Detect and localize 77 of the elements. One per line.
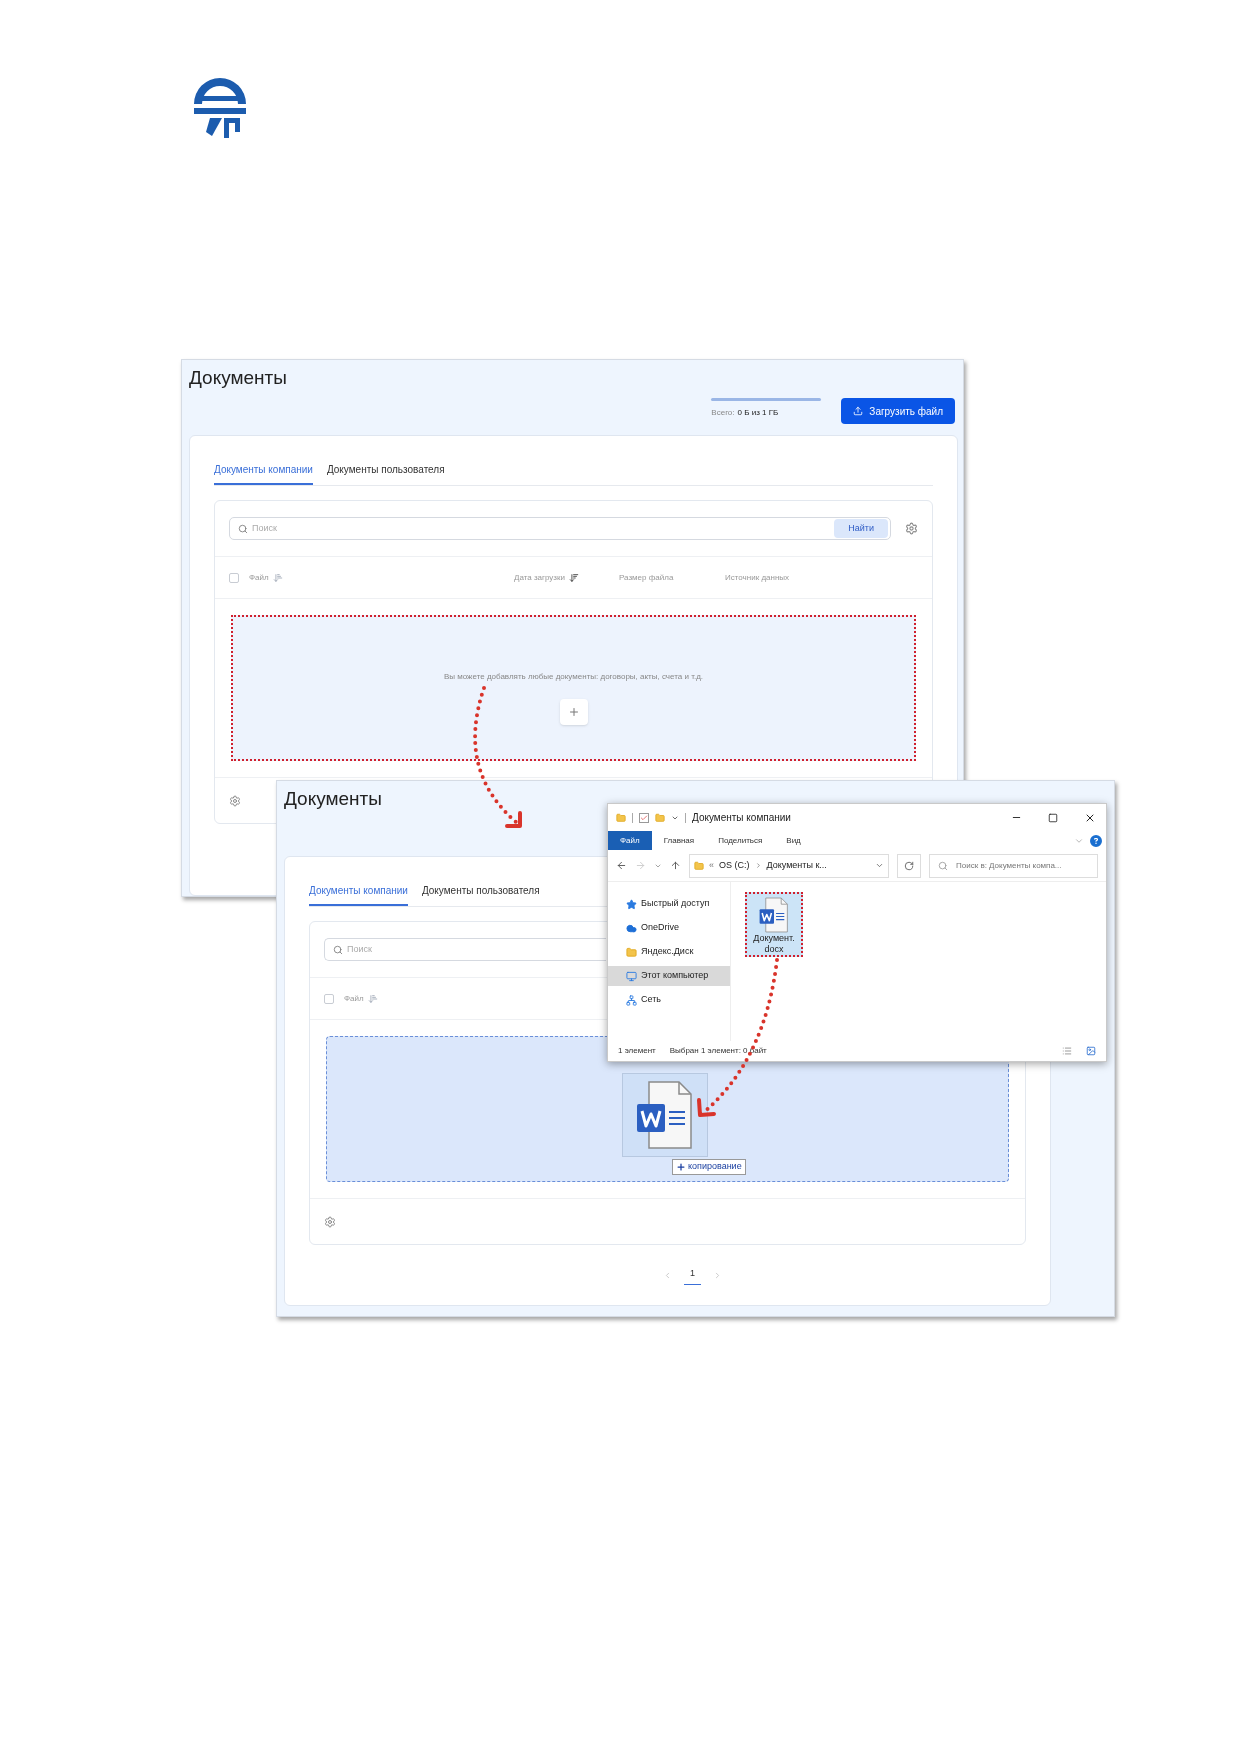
tab[interactable]: Документы компании bbox=[214, 462, 313, 485]
path-segment[interactable]: OS (C:) bbox=[719, 858, 750, 873]
tiles-view-icon[interactable] bbox=[1086, 1046, 1096, 1056]
page-title: Документы bbox=[189, 366, 287, 390]
separator-icon bbox=[754, 862, 762, 869]
file-name: Документ. bbox=[753, 933, 795, 944]
search-placeholder: Поиск в: Документы компа... bbox=[956, 859, 1062, 872]
nav-item[interactable]: Этот компьютер bbox=[608, 966, 730, 986]
nav-item[interactable]: OneDrive bbox=[608, 918, 730, 938]
column-header: Источник данных bbox=[725, 571, 790, 584]
computer-icon bbox=[626, 970, 637, 982]
page-number[interactable]: 1 bbox=[684, 1267, 701, 1285]
file-name: docx bbox=[764, 944, 784, 955]
folder-icon[interactable] bbox=[655, 812, 665, 823]
details-view-icon[interactable] bbox=[1062, 1046, 1072, 1056]
folder-icon[interactable] bbox=[616, 812, 626, 823]
add-button[interactable] bbox=[559, 699, 588, 725]
search-placeholder: Поиск bbox=[347, 942, 372, 956]
tab[interactable]: Документы компании bbox=[309, 883, 408, 906]
dropdown-icon[interactable] bbox=[875, 861, 884, 870]
nav-item[interactable]: Сеть bbox=[608, 990, 730, 1010]
upload-button[interactable]: Загрузить файл bbox=[841, 398, 955, 424]
settings-icon[interactable] bbox=[324, 1215, 336, 1228]
network-icon bbox=[626, 994, 637, 1006]
star-icon bbox=[626, 898, 637, 910]
sort-icon[interactable] bbox=[568, 572, 579, 583]
search-field[interactable]: Поиск Найти bbox=[229, 517, 891, 540]
column-header: Файл bbox=[249, 571, 269, 584]
checkbox[interactable] bbox=[229, 572, 239, 583]
forward-icon[interactable] bbox=[635, 860, 646, 871]
plus-icon bbox=[676, 1162, 686, 1172]
plus-icon bbox=[567, 706, 580, 718]
status-text: 1 элемент bbox=[618, 1045, 656, 1057]
search-icon bbox=[238, 523, 248, 534]
column-header: Файл bbox=[344, 992, 364, 1005]
column-header: Дата загрузки bbox=[514, 571, 565, 584]
address-bar[interactable]: « OS (C:) Документы к... bbox=[689, 853, 889, 878]
file-item[interactable]: Документ. docx bbox=[745, 892, 803, 957]
folder-icon bbox=[694, 860, 704, 871]
maximize-icon[interactable] bbox=[1048, 812, 1058, 823]
find-button[interactable]: Найти bbox=[834, 519, 888, 538]
search-field[interactable]: Поиск в: Документы компа... bbox=[929, 853, 1098, 878]
search-placeholder: Поиск bbox=[252, 521, 277, 535]
page-title: Документы bbox=[284, 787, 382, 811]
nav-item[interactable]: Быстрый доступ bbox=[608, 894, 730, 914]
storage-label: Всего: bbox=[711, 407, 735, 419]
column-header: Размер файла bbox=[619, 571, 674, 584]
copy-text: копирование bbox=[688, 1160, 742, 1174]
previous-page-icon[interactable] bbox=[663, 1271, 672, 1281]
refresh-icon bbox=[904, 860, 914, 871]
nav-item[interactable]: Яндекс.Диск bbox=[608, 942, 730, 962]
overflow-indicator[interactable]: « bbox=[709, 858, 714, 873]
tab[interactable]: Документы пользователя bbox=[421, 883, 540, 906]
cloud-icon bbox=[626, 922, 637, 934]
folder-icon bbox=[626, 946, 637, 958]
back-icon[interactable] bbox=[616, 860, 627, 871]
ribbon-tab[interactable]: Вид bbox=[774, 831, 813, 850]
status-text: Выбран 1 элемент: 0 байт bbox=[669, 1045, 767, 1057]
upload-icon bbox=[853, 406, 864, 416]
help-icon[interactable] bbox=[1090, 834, 1102, 847]
search-icon bbox=[938, 860, 948, 871]
document-icon bbox=[635, 1080, 695, 1150]
tab[interactable]: Документы пользователя bbox=[326, 462, 445, 485]
refresh-button[interactable] bbox=[897, 853, 921, 878]
search-icon bbox=[333, 944, 343, 955]
up-icon[interactable] bbox=[670, 860, 681, 871]
settings-icon[interactable] bbox=[229, 794, 241, 807]
ribbon-tab[interactable]: Поделиться bbox=[706, 831, 775, 850]
drop-hint: Вы можете добавлять любые документы: договоры, акты, счета и т.д. bbox=[443, 671, 704, 683]
ribbon-tab[interactable]: Главная bbox=[651, 831, 707, 850]
ribbon-tab[interactable]: Файл bbox=[608, 831, 652, 850]
next-page-icon[interactable] bbox=[713, 1271, 722, 1281]
checkbox[interactable] bbox=[324, 993, 334, 1004]
window-title: Документы компании bbox=[692, 811, 792, 825]
path-segment[interactable]: Документы к... bbox=[766, 858, 827, 873]
storage-value: 0 Б из 1 ГБ bbox=[737, 407, 779, 419]
settings-icon[interactable] bbox=[905, 522, 918, 535]
